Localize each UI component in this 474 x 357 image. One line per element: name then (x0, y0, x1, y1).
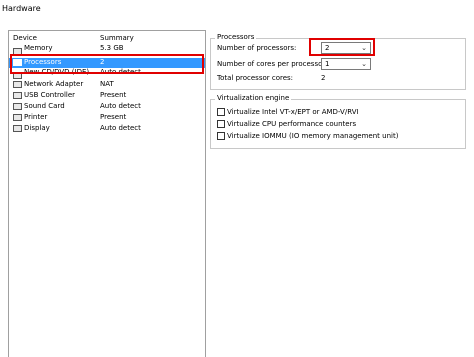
printer-icon (13, 114, 22, 121)
virtualization-group-title: Virtualization engine (215, 94, 292, 102)
device-row-memory[interactable]: Memory 5.3 GB (9, 44, 205, 57)
device-name: Processors (24, 58, 62, 66)
device-summary: Auto detect (100, 102, 141, 110)
display-icon (13, 125, 22, 132)
cores-per-processor-value: 1 (325, 60, 330, 68)
device-summary: Present (100, 91, 127, 99)
title-bar: Hardware (0, 0, 474, 18)
processor-icon (13, 59, 22, 66)
network-adapter-icon (13, 81, 22, 88)
device-name: Printer (24, 113, 48, 121)
device-summary: Auto detect (100, 68, 141, 76)
cpu-counters-checkbox[interactable] (217, 120, 225, 128)
virtualization-group: Virtualization engine Virtualize Intel V… (210, 94, 466, 149)
usb-controller-icon (13, 92, 22, 99)
total-cores-label: Total processor cores: (217, 74, 294, 82)
device-row-usb-controller[interactable]: USB Controller Present (9, 91, 205, 101)
cd-dvd-icon (13, 72, 22, 79)
num-processors-value: 2 (325, 44, 330, 52)
column-header-summary[interactable]: Summary (100, 34, 134, 42)
device-name: Sound Card (24, 102, 65, 110)
processors-group: Processors Number of processors: 2 ⌄ Num… (210, 33, 466, 90)
cores-per-processor-select[interactable]: 1 ⌄ (321, 58, 371, 70)
vtx-label[interactable]: Virtualize Intel VT-x/EPT or AMD-V/RVI (227, 108, 359, 116)
device-row-printer[interactable]: Printer Present (9, 113, 205, 123)
processors-group-title: Processors (215, 33, 257, 41)
device-row-display[interactable]: Display Auto detect (9, 124, 205, 134)
device-name: New CD/DVD (IDE) (24, 68, 90, 76)
device-row-sound-card[interactable]: Sound Card Auto detect (9, 102, 205, 112)
device-summary: Auto detect (100, 124, 141, 132)
device-name: Memory (24, 44, 53, 52)
device-name: Display (24, 124, 50, 132)
cores-per-processor-label: Number of cores per processor: (217, 60, 328, 68)
device-row-processors[interactable]: Processors 2 (9, 58, 205, 68)
device-name: USB Controller (24, 91, 76, 99)
vtx-checkbox[interactable] (217, 108, 225, 116)
memory-icon (13, 48, 22, 55)
sound-card-icon (13, 103, 22, 110)
window-title: Hardware (2, 4, 41, 13)
total-cores-value: 2 (321, 74, 326, 82)
device-summary: Present (100, 113, 127, 121)
iommu-checkbox[interactable] (217, 132, 225, 140)
chevron-down-icon: ⌄ (361, 44, 367, 52)
device-summary: 5.3 GB (100, 44, 124, 52)
num-processors-select[interactable]: 2 ⌄ (321, 42, 371, 54)
device-summary: 2 (100, 58, 105, 66)
device-row-network-adapter[interactable]: Network Adapter NAT (9, 80, 205, 90)
cpu-counters-label[interactable]: Virtualize CPU performance counters (227, 120, 356, 128)
num-processors-label: Number of processors: (217, 44, 297, 52)
iommu-label[interactable]: Virtualize IOMMU (IO memory management u… (227, 132, 398, 140)
device-list[interactable]: Device Summary Memory 5.3 GB Processors … (8, 30, 206, 357)
chevron-down-icon: ⌄ (361, 60, 367, 68)
device-summary: NAT (100, 80, 114, 88)
device-name: Network Adapter (24, 80, 84, 88)
column-header-device[interactable]: Device (13, 34, 37, 42)
